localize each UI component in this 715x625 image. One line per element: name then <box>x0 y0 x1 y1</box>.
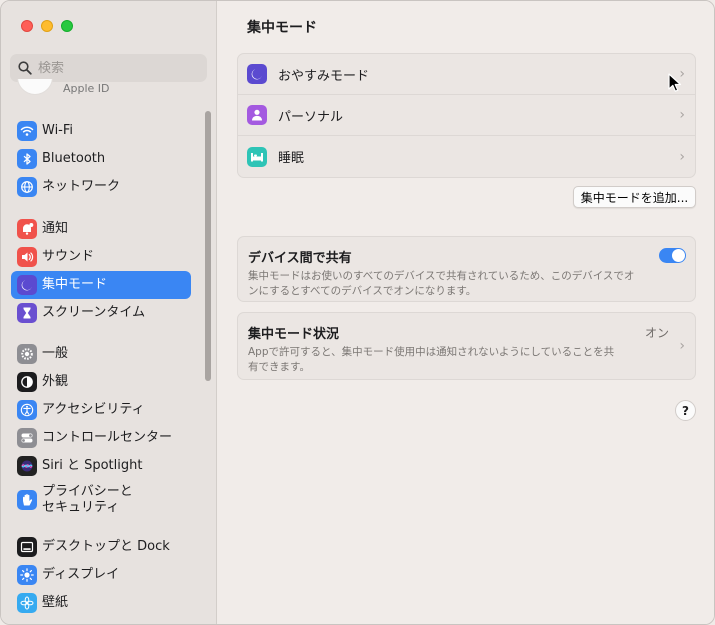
moon-icon <box>247 64 267 84</box>
accessibility-icon <box>17 400 37 420</box>
dock-icon <box>17 537 37 557</box>
sidebar-item-label: 通知 <box>42 221 69 236</box>
focus-mode-label: おやすみモード <box>278 68 370 84</box>
sidebar-item-label: サウンド <box>42 249 95 264</box>
bed-icon <box>247 146 267 167</box>
speaker-icon <box>17 247 37 267</box>
add-focus-button[interactable]: 集中モードを追加... <box>573 186 696 208</box>
sidebar-item-label: Siri と Spotlight <box>42 458 143 473</box>
window-controls <box>21 20 73 32</box>
sidebar-item-label: ネットワーク <box>42 179 121 194</box>
share-toggle[interactable] <box>659 248 686 263</box>
flower-icon <box>17 593 37 613</box>
chevron-right-icon: › <box>679 107 685 123</box>
appearance-icon <box>17 372 37 392</box>
sidebar-item-label: 外観 <box>42 374 69 389</box>
person-icon <box>247 105 267 125</box>
siri-icon <box>17 456 37 476</box>
sidebar-item-label: 集中モード <box>42 277 108 292</box>
sidebar-item-moon[interactable]: 集中モード <box>11 271 191 299</box>
hourglass-icon <box>17 303 37 323</box>
sidebar-item-control-center[interactable]: コントロールセンター <box>11 424 191 452</box>
moon-icon <box>17 275 37 295</box>
gear-icon <box>17 344 37 364</box>
sidebar-item-appearance[interactable]: 外観 <box>11 368 191 396</box>
sun-icon <box>17 565 37 585</box>
sidebar-item-siri[interactable]: Siri と Spotlight <box>11 452 191 480</box>
share-title: デバイス間で共有 <box>248 251 352 266</box>
status-value: オン <box>644 326 669 340</box>
sidebar-item-label: Bluetooth <box>42 151 106 166</box>
sidebar-item-label: スクリーンタイム <box>42 305 146 320</box>
sidebar-item-hourglass[interactable]: スクリーンタイム <box>11 299 191 327</box>
avatar <box>17 79 53 95</box>
apple-id-label: Apple ID <box>63 82 110 95</box>
control-center-icon <box>17 428 37 448</box>
sidebar-item-wifi[interactable]: Wi-Fi <box>11 117 191 145</box>
sidebar-group: 通知サウンド集中モードスクリーンタイム <box>11 215 191 327</box>
globe-icon <box>17 177 37 197</box>
hand-icon <box>17 490 37 510</box>
search-input[interactable] <box>38 60 188 76</box>
sidebar-item-dock[interactable]: デスクトップと Dock <box>11 533 191 561</box>
search-icon <box>18 61 32 75</box>
chevron-right-icon: › <box>679 148 685 165</box>
sidebar-item-gear[interactable]: 一般 <box>11 340 191 368</box>
zoom-button[interactable] <box>61 20 73 32</box>
focus-status-card[interactable]: 集中モード状況 Appで許可すると、集中モード使用中は通知されないようにしている… <box>237 312 696 380</box>
sidebar-item-flower[interactable]: 壁紙 <box>11 589 191 617</box>
sidebar-item-label: ディスプレイ <box>42 567 120 582</box>
sidebar-group: 一般外観アクセシビリティコントロールセンター Siri と Spotlight プラ… <box>11 340 191 520</box>
focus-mode-do-not-disturb[interactable]: おやすみモード › <box>238 54 695 95</box>
sidebar-item-bluetooth[interactable]: Bluetooth <box>11 145 191 173</box>
sidebar-item-label: プライバシーと セキュリティ <box>42 484 133 515</box>
close-button[interactable] <box>21 20 33 32</box>
help-button[interactable]: ? <box>675 400 696 421</box>
minimize-button[interactable] <box>41 20 53 32</box>
sidebar-item-globe[interactable]: ネットワーク <box>11 173 191 201</box>
focus-mode-label: パーソナル <box>278 109 344 125</box>
sidebar-item-accessibility[interactable]: アクセシビリティ <box>11 396 191 424</box>
sidebar-item-label: コントロールセンター <box>42 430 173 445</box>
sidebar-group: Wi-Fi Bluetooth ネットワーク <box>11 117 191 201</box>
status-description: Appで許可すると、集中モード使用中は通知されないようにしていることを共有できま… <box>248 346 615 373</box>
sidebar: Apple ID Wi-Fi Bluetooth ネットワーク通知サウンド集中モード… <box>1 1 217 624</box>
focus-mode-sleep[interactable]: 睡眠 › <box>238 136 695 177</box>
sidebar-item-label: 壁紙 <box>42 595 69 610</box>
focus-mode-label: 睡眠 <box>278 151 305 166</box>
share-description: 集中モードはお使いのすべてのデバイスで共有されているため、このデバイスでオンにす… <box>248 270 635 297</box>
mouse-cursor <box>668 73 682 92</box>
status-title: 集中モード状況 <box>248 327 340 342</box>
page-title: 集中モード <box>247 20 317 36</box>
sidebar-item-label: アクセシビリティ <box>42 402 145 417</box>
sidebar-item-label: 一般 <box>42 346 69 361</box>
chevron-right-icon: › <box>679 338 685 354</box>
settings-window: Apple ID Wi-FiBluetoothネットワーク通知サウンド集中モード… <box>0 0 715 625</box>
sidebar-group: デスクトップと Dock ディスプレイ 壁紙 <box>11 533 191 617</box>
sidebar-item-hand[interactable]: プライバシーと セキュリティ <box>11 480 191 520</box>
sidebar-item-label: Wi-Fi <box>42 123 74 138</box>
sidebar-item-speaker[interactable]: サウンド <box>11 243 191 271</box>
focus-mode-list: おやすみモード › パーソナル › 睡眠 › <box>237 53 696 178</box>
main-pane: 集中モード おやすみモード › パーソナル › 睡眠 › 集中モードを追加...… <box>218 1 714 624</box>
bell-icon <box>17 219 37 239</box>
bluetooth-icon <box>17 149 37 169</box>
search-field[interactable] <box>10 54 207 82</box>
apple-id-item[interactable]: Apple ID <box>17 79 207 101</box>
sidebar-item-label: デスクトップと Dock <box>42 539 170 554</box>
focus-mode-personal[interactable]: パーソナル › <box>238 95 695 136</box>
sidebar-item-bell[interactable]: 通知 <box>11 215 191 243</box>
share-across-devices-card: デバイス間で共有 集中モードはお使いのすべてのデバイスで共有されているため、この… <box>237 236 696 302</box>
wifi-icon <box>17 121 37 141</box>
sidebar-scrollbar[interactable] <box>205 111 211 381</box>
sidebar-item-sun[interactable]: ディスプレイ <box>11 561 191 589</box>
